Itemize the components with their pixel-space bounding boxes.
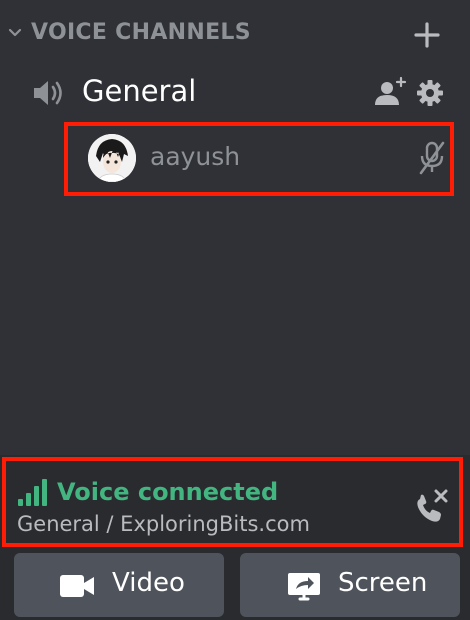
screen-share-icon: [288, 573, 320, 601]
signal-bars-icon[interactable]: [18, 479, 48, 507]
screen-button-label: Screen: [338, 568, 428, 598]
screen-share-button[interactable]: Screen: [240, 553, 460, 617]
voice-location-text: General / ExploringBits.com: [17, 512, 310, 536]
voice-user-name: aayush: [150, 142, 241, 171]
channel-item-general[interactable]: General: [0, 70, 470, 116]
video-button[interactable]: Video: [14, 553, 224, 617]
phone-disconnect-icon[interactable]: [412, 487, 452, 525]
video-button-label: Video: [112, 568, 185, 598]
media-controls: Video Screen: [0, 551, 470, 620]
add-user-icon[interactable]: [374, 76, 408, 106]
gear-icon[interactable]: [416, 79, 444, 107]
voice-channel-sidebar: VOICE CHANNELS General aayush Voice conn…: [0, 0, 470, 620]
category-title: VOICE CHANNELS: [31, 20, 251, 45]
avatar[interactable]: [88, 134, 136, 182]
voice-user-item[interactable]: aayush: [64, 122, 454, 196]
chevron-down-icon[interactable]: [7, 25, 23, 41]
voice-connected-panel: Voice connected General / ExploringBits.…: [0, 455, 470, 551]
channel-name: General: [82, 74, 197, 108]
voice-status-text[interactable]: Voice connected: [57, 478, 278, 506]
speaker-icon: [34, 81, 62, 105]
voice-status-box: Voice connected General / ExploringBits.…: [2, 457, 463, 547]
microphone-muted-icon: [419, 141, 445, 175]
category-header[interactable]: VOICE CHANNELS: [0, 14, 470, 54]
video-camera-icon: [60, 575, 94, 597]
plus-icon[interactable]: [413, 21, 441, 49]
avatar-image: [88, 134, 136, 182]
